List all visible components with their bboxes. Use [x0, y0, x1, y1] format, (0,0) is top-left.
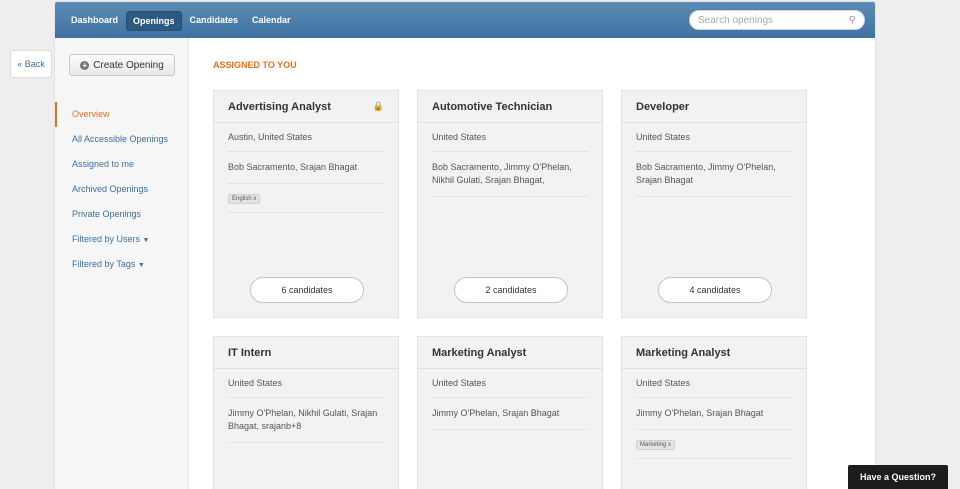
- card-body: United States Jimmy O'Phelan, Srajan Bha…: [418, 369, 602, 430]
- candidates-button[interactable]: 2 candidates: [454, 277, 568, 303]
- sidebar-item-private[interactable]: Private Openings: [55, 202, 189, 227]
- caret-down-icon: ▼: [137, 262, 145, 269]
- lock-icon: 🔒: [372, 101, 384, 111]
- card-location: United States: [432, 123, 588, 152]
- card-users: Jimmy O'Phelan, Srajan Bhagat: [636, 398, 792, 430]
- card-header: IT Intern: [214, 337, 398, 369]
- sidebar-item-filter-tags[interactable]: Filtered by Tags ▼: [55, 252, 189, 277]
- opening-card[interactable]: Marketing Analyst United States Jimmy O'…: [417, 336, 603, 489]
- card-location: United States: [636, 123, 792, 152]
- card-users: Jimmy O'Phelan, Srajan Bhagat: [432, 398, 588, 430]
- main-nav: Dashboard Openings Candidates Calendar: [65, 11, 297, 31]
- back-button[interactable]: « Back: [10, 50, 52, 78]
- sidebar-item-overview[interactable]: Overview: [55, 102, 189, 127]
- card-title[interactable]: Developer: [636, 101, 689, 113]
- card-location: United States: [228, 369, 384, 398]
- section-title: ASSIGNED TO YOU: [213, 60, 297, 70]
- search-box[interactable]: ⚲: [689, 10, 865, 30]
- create-opening-label: Create Opening: [93, 59, 164, 71]
- card-title[interactable]: Marketing Analyst: [432, 347, 526, 359]
- card-body: United States Bob Sacramento, Jimmy O'Ph…: [418, 123, 602, 197]
- search-icon[interactable]: ⚲: [849, 15, 856, 26]
- nav-candidates[interactable]: Candidates: [184, 11, 245, 31]
- opening-card[interactable]: Automotive Technician United States Bob …: [417, 90, 603, 318]
- card-tags: Marketing x: [636, 430, 792, 459]
- card-body: United States Jimmy O'Phelan, Nikhil Gul…: [214, 369, 398, 443]
- card-location: United States: [636, 369, 792, 398]
- card-header: Automotive Technician: [418, 91, 602, 123]
- sidebar-menu: Overview All Accessible Openings Assigne…: [55, 102, 189, 277]
- card-users: Bob Sacramento, Srajan Bhagat: [228, 152, 384, 184]
- card-header: Advertising Analyst 🔒: [214, 91, 398, 123]
- opening-card[interactable]: Developer United States Bob Sacramento, …: [621, 90, 807, 318]
- sidebar-item-filter-users[interactable]: Filtered by Users ▼: [55, 227, 189, 252]
- app-window: Dashboard Openings Candidates Calendar ⚲…: [55, 2, 875, 489]
- caret-down-icon: ▼: [142, 237, 150, 244]
- card-title[interactable]: Marketing Analyst: [636, 347, 730, 359]
- candidates-button[interactable]: 4 candidates: [658, 277, 772, 303]
- card-location: Austin, United States: [228, 123, 384, 152]
- sidebar-item-assigned[interactable]: Assigned to me: [55, 152, 189, 177]
- opening-card[interactable]: Marketing Analyst United States Jimmy O'…: [621, 336, 807, 489]
- create-opening-button[interactable]: + Create Opening: [69, 54, 175, 76]
- card-body: United States Bob Sacramento, Jimmy O'Ph…: [622, 123, 806, 197]
- sidebar-item-archived[interactable]: Archived Openings: [55, 177, 189, 202]
- opening-card[interactable]: IT Intern United States Jimmy O'Phelan, …: [213, 336, 399, 489]
- main-content: ASSIGNED TO YOU Advertising Analyst 🔒 Au…: [189, 38, 875, 489]
- card-title[interactable]: Automotive Technician: [432, 101, 552, 113]
- sidebar-item-all-accessible[interactable]: All Accessible Openings: [55, 127, 189, 152]
- card-location: United States: [432, 369, 588, 398]
- card-title[interactable]: IT Intern: [228, 347, 271, 359]
- card-header: Marketing Analyst: [418, 337, 602, 369]
- tag-badge[interactable]: English x: [228, 194, 261, 204]
- help-button[interactable]: Have a Question?: [848, 465, 948, 489]
- card-header: Developer: [622, 91, 806, 123]
- card-title[interactable]: Advertising Analyst: [228, 101, 331, 113]
- card-body: Austin, United States Bob Sacramento, Sr…: [214, 123, 398, 213]
- plus-circle-icon: +: [80, 60, 90, 70]
- card-users: Bob Sacramento, Jimmy O'Phelan, Nikhil G…: [432, 152, 588, 197]
- tag-badge[interactable]: Marketing x: [636, 440, 676, 450]
- candidates-button[interactable]: 6 candidates: [250, 277, 364, 303]
- nav-calendar[interactable]: Calendar: [246, 11, 297, 31]
- search-input[interactable]: [698, 14, 849, 26]
- filter-tags-label: Filtered by Tags: [72, 259, 136, 269]
- card-users: Bob Sacramento, Jimmy O'Phelan, Srajan B…: [636, 152, 792, 197]
- nav-dashboard[interactable]: Dashboard: [65, 11, 124, 31]
- card-body: United States Jimmy O'Phelan, Srajan Bha…: [622, 369, 806, 459]
- card-users: Jimmy O'Phelan, Nikhil Gulati, Srajan Bh…: [228, 398, 384, 443]
- nav-openings[interactable]: Openings: [126, 11, 182, 31]
- card-tags: English x: [228, 184, 384, 213]
- sidebar: + Create Opening Overview All Accessible…: [55, 38, 189, 489]
- card-header: Marketing Analyst: [622, 337, 806, 369]
- opening-card[interactable]: Advertising Analyst 🔒 Austin, United Sta…: [213, 90, 399, 318]
- filter-users-label: Filtered by Users: [72, 234, 141, 244]
- top-nav-bar: Dashboard Openings Candidates Calendar ⚲: [55, 2, 875, 38]
